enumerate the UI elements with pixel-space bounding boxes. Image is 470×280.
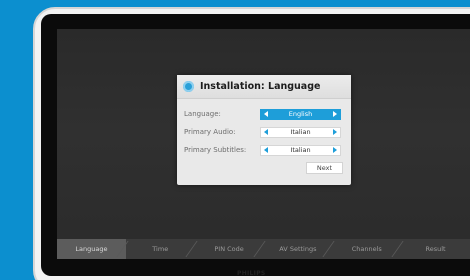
arrow-left-icon[interactable]	[264, 129, 268, 135]
dialog-title: Installation: Language	[200, 81, 321, 92]
primary-audio-selector[interactable]: Italian	[260, 126, 341, 138]
arrow-left-icon[interactable]	[264, 111, 268, 117]
gear-icon	[183, 81, 194, 92]
step-time[interactable]: Time	[126, 239, 195, 259]
next-button[interactable]: Next	[306, 162, 343, 174]
arrow-right-icon[interactable]	[332, 147, 337, 153]
brand-logo: PHILIPS	[237, 270, 266, 277]
arrow-left-icon[interactable]	[264, 147, 268, 153]
language-label: Language:	[184, 110, 221, 118]
tv-screen: Installation: Language Language: English…	[57, 29, 470, 259]
installation-dialog: Installation: Language Language: English…	[177, 75, 351, 185]
language-selector[interactable]: English	[260, 108, 341, 120]
setup-step-bar: Language Time PIN Code AV Settings Chann…	[57, 239, 470, 259]
language-value: English	[288, 110, 313, 118]
arrow-right-icon[interactable]	[332, 111, 337, 117]
step-result[interactable]: Result	[401, 239, 470, 259]
primary-audio-label: Primary Audio:	[184, 128, 236, 136]
primary-audio-value: Italian	[290, 128, 311, 136]
primary-subtitles-row: Primary Subtitles: Italian	[184, 142, 345, 158]
primary-subtitles-label: Primary Subtitles:	[184, 146, 247, 154]
language-row: Language: English	[184, 106, 345, 122]
primary-subtitles-value: Italian	[290, 146, 311, 154]
primary-subtitles-selector[interactable]: Italian	[260, 144, 341, 156]
dialog-header: Installation: Language	[177, 75, 351, 99]
arrow-right-icon[interactable]	[332, 129, 337, 135]
primary-audio-row: Primary Audio: Italian	[184, 124, 345, 140]
